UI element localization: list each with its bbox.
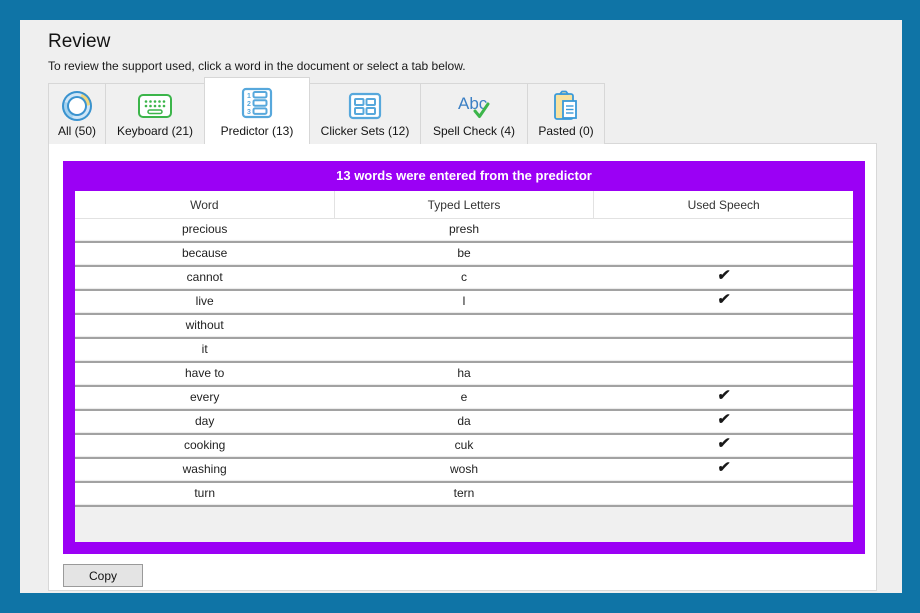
word-cell: cooking [75,435,334,455]
check-icon: ✔ [592,435,853,455]
tab-strip: All (50) Keyboard (21) 1 [48,78,605,144]
table-row: turntern [75,483,853,503]
word-cell: washing [75,459,334,479]
table-row: cookingcuk✔ [75,435,853,455]
table-row: it [75,339,853,359]
table-row: becausebe [75,243,853,263]
word-cell: cannot [75,267,334,287]
tab-clicker-sets[interactable]: Clicker Sets (12) [309,83,421,144]
word-cell: have to [75,363,334,383]
check-icon: ✔ [592,459,853,479]
typed-letters-cell: cuk [334,435,593,455]
tab-label: Predictor (13) [221,124,294,138]
column-header-typed-letters: Typed Letters [334,191,594,218]
typed-letters-cell: e [334,387,593,407]
table-row: dayda✔ [75,411,853,431]
check-icon: ✔ [592,411,853,431]
check-icon: ✔ [592,291,853,311]
used-speech-cell [594,363,853,383]
word-cell: without [75,315,334,335]
typed-letters-cell: presh [334,219,593,239]
table-row: everye✔ [75,387,853,407]
used-speech-cell [594,483,853,503]
svg-text:1: 1 [247,93,251,100]
word-cell: it [75,339,334,359]
tab-all[interactable]: All (50) [48,83,106,144]
tab-label: Spell Check (4) [433,124,515,138]
word-cell: live [75,291,334,311]
numbered-list-icon: 1 2 3 [241,86,273,120]
column-header-word: Word [75,191,334,218]
table-row: without [75,315,853,335]
check-icon: ✔ [592,267,853,287]
pie-chart-icon [62,89,92,123]
word-cell: day [75,411,334,431]
table-row: have toha [75,363,853,383]
used-speech-cell [594,219,853,239]
typed-letters-cell: be [334,243,593,263]
used-speech-cell [594,339,853,359]
tab-spell-check[interactable]: Abc Spell Check (4) [420,83,528,144]
typed-letters-cell: tern [334,483,593,503]
tab-label: All (50) [58,124,96,138]
tab-pasted[interactable]: Pasted (0) [527,83,605,144]
table-row: livel✔ [75,291,853,311]
typed-letters-cell: da [334,411,593,431]
word-cell: precious [75,219,334,239]
spellcheck-icon: Abc [455,89,493,123]
check-icon: ✔ [592,387,853,407]
clipboard-icon [552,89,580,123]
table-rows: preciouspreshbecausebecannotc✔livel✔with… [75,219,853,507]
table-inner: Word Typed Letters Used Speech preciousp… [75,191,853,542]
prediction-table: 13 words were entered from the predictor… [63,161,865,554]
typed-letters-cell: c [334,267,593,287]
tab-content-panel: 13 words were entered from the predictor… [48,143,877,591]
tab-keyboard[interactable]: Keyboard (21) [105,83,205,144]
used-speech-cell [594,243,853,263]
keyboard-icon [137,89,173,123]
tab-predictor[interactable]: 1 2 3 Predictor (13) [204,77,310,144]
svg-text:3: 3 [247,109,251,116]
review-dialog: Review To review the support used, click… [20,20,902,593]
page-title: Review [48,31,110,53]
tab-label: Clicker Sets (12) [321,124,410,138]
typed-letters-cell: wosh [334,459,593,479]
table-banner: 13 words were entered from the predictor [75,161,853,191]
tab-label: Pasted (0) [538,124,593,138]
table-empty-area [75,507,853,542]
typed-letters-cell [334,315,593,335]
typed-letters-cell: l [334,291,593,311]
grid-icon [347,89,383,123]
table-row: cannotc✔ [75,267,853,287]
word-cell: because [75,243,334,263]
copy-button[interactable]: Copy [63,564,143,587]
svg-text:2: 2 [247,101,251,108]
column-header-used-speech: Used Speech [593,191,853,218]
word-cell: every [75,387,334,407]
typed-letters-cell: ha [334,363,593,383]
table-row: preciouspresh [75,219,853,239]
typed-letters-cell [334,339,593,359]
table-row: washingwosh✔ [75,459,853,479]
tab-label: Keyboard (21) [117,124,193,138]
word-cell: turn [75,483,334,503]
page-subtitle: To review the support used, click a word… [48,59,466,73]
table-header-row: Word Typed Letters Used Speech [75,191,853,219]
used-speech-cell [594,315,853,335]
